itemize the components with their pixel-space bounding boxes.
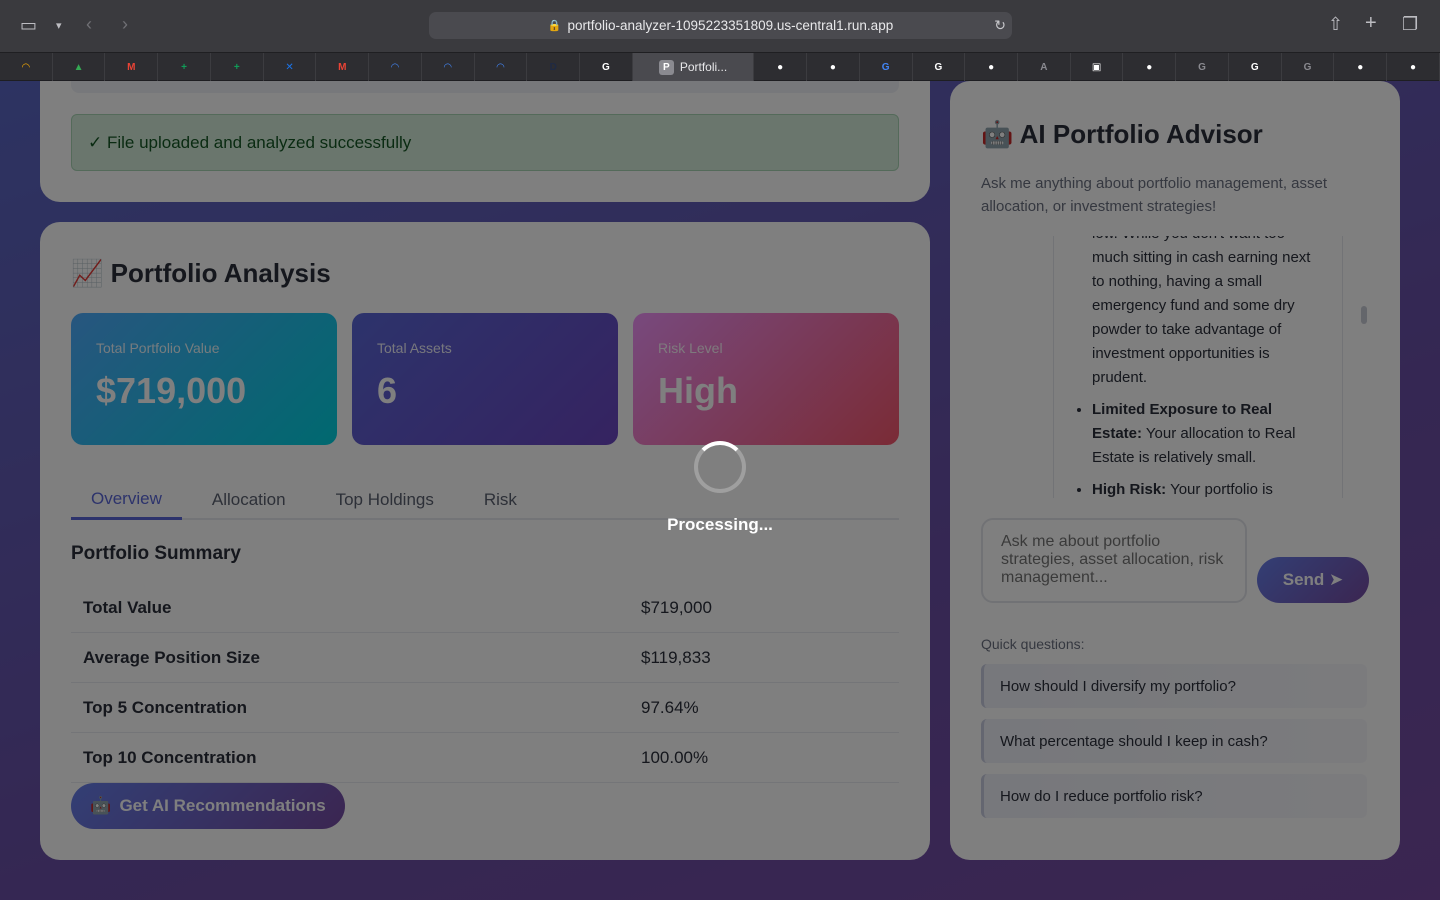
tab-item[interactable]: A	[1018, 53, 1071, 81]
chevron-down-icon[interactable]: ▾	[56, 16, 62, 36]
tab-item[interactable]: G	[580, 53, 633, 81]
gmail-icon: M	[127, 61, 136, 73]
google-icon: G	[881, 61, 890, 73]
tab-item[interactable]: ●	[965, 53, 1018, 81]
tab-item[interactable]: ●	[1387, 53, 1440, 81]
tab-item[interactable]: ◠	[475, 53, 528, 81]
google-sheets-icon: +	[233, 61, 240, 73]
frame-app-icon: ▣	[1091, 61, 1102, 73]
tab-item[interactable]: ▣	[1071, 53, 1124, 81]
google-drive-icon: ▲	[73, 61, 84, 73]
github-icon: ●	[1409, 61, 1417, 73]
tab-label: Portfoli...	[679, 60, 728, 74]
url-text: portfolio-analyzer-1095223351809.us-cent…	[567, 18, 894, 33]
forward-icon[interactable]: ›	[122, 14, 128, 34]
active-tab: P	[658, 59, 674, 75]
tab-item[interactable]: ●	[1334, 53, 1388, 81]
tab-overview-icon[interactable]: ❐	[1402, 14, 1418, 34]
tab-item[interactable]: ◠	[422, 53, 475, 81]
browser-toolbar: ▭ ▾ ‹ › 🔒 portfolio-analyzer-10952233518…	[0, 0, 1440, 52]
tab-item[interactable]: ●	[807, 53, 860, 81]
google-icon: G	[1250, 61, 1259, 73]
tab-item[interactable]: +	[158, 53, 211, 81]
reload-icon[interactable]: ↻	[994, 17, 1006, 34]
tab-item[interactable]: M	[105, 53, 159, 81]
gmail-icon: M	[338, 61, 347, 73]
google-cloud-icon: ◠	[496, 61, 505, 73]
tab-item[interactable]: M	[316, 53, 370, 81]
google-icon: G	[934, 61, 943, 73]
tab-active[interactable]: P Portfoli...	[632, 53, 755, 81]
g-app-icon: G	[1198, 61, 1206, 73]
processing-text: Processing...	[667, 515, 773, 534]
tab-bar: ◠ ▲ M + + ✕ M ◠ ◠ ◠ D G P Portfoli... ● ● G G ● A ▣ ● G G G ● ●	[0, 52, 1440, 81]
tab-item[interactable]: G	[1282, 53, 1335, 81]
github-icon: ●	[777, 61, 784, 73]
google-icon: G	[602, 61, 610, 73]
github-icon: ●	[988, 61, 995, 73]
tab-item[interactable]: ▲	[53, 53, 106, 81]
tab-item[interactable]: G	[1229, 53, 1282, 81]
loading-spinner-icon	[694, 441, 746, 493]
github-icon: ●	[1146, 61, 1153, 73]
tab-item[interactable]: G	[860, 53, 913, 81]
tab-item[interactable]: ◠	[369, 53, 422, 81]
back-icon[interactable]: ‹	[86, 14, 92, 34]
lock-icon: 🔒	[547, 20, 562, 32]
tab-item[interactable]: +	[211, 53, 264, 81]
d-app-icon: D	[549, 61, 557, 73]
a-app-icon: A	[1040, 61, 1048, 73]
g-app-icon: G	[1303, 61, 1312, 73]
tab-item[interactable]: ◠	[0, 53, 53, 81]
new-tab-icon[interactable]: +	[1365, 13, 1377, 33]
tab-item[interactable]: ●	[1123, 53, 1177, 81]
google-cloud-icon: ◠	[443, 61, 452, 73]
tab-item[interactable]: G	[1176, 53, 1229, 81]
address-bar[interactable]: 🔒 portfolio-analyzer-1095223351809.us-ce…	[429, 12, 1012, 39]
tab-item[interactable]: ●	[754, 53, 808, 81]
github-icon: ●	[1357, 61, 1364, 73]
google-cloud-icon: ◠	[391, 61, 399, 73]
loading-overlay: Processing...	[0, 81, 1440, 900]
github-icon: ●	[829, 61, 836, 73]
tab-item[interactable]: ✕	[264, 53, 317, 81]
share-icon[interactable]: ⇧	[1328, 14, 1343, 34]
tab-item[interactable]: G	[913, 53, 966, 81]
tab-item[interactable]: D	[527, 53, 581, 81]
google-cloud-icon: ◠	[22, 61, 30, 73]
google-sheets-icon: +	[181, 61, 187, 73]
sidebar-toggle-icon[interactable]: ▭	[20, 15, 37, 35]
mail-icon: ✕	[285, 61, 294, 73]
